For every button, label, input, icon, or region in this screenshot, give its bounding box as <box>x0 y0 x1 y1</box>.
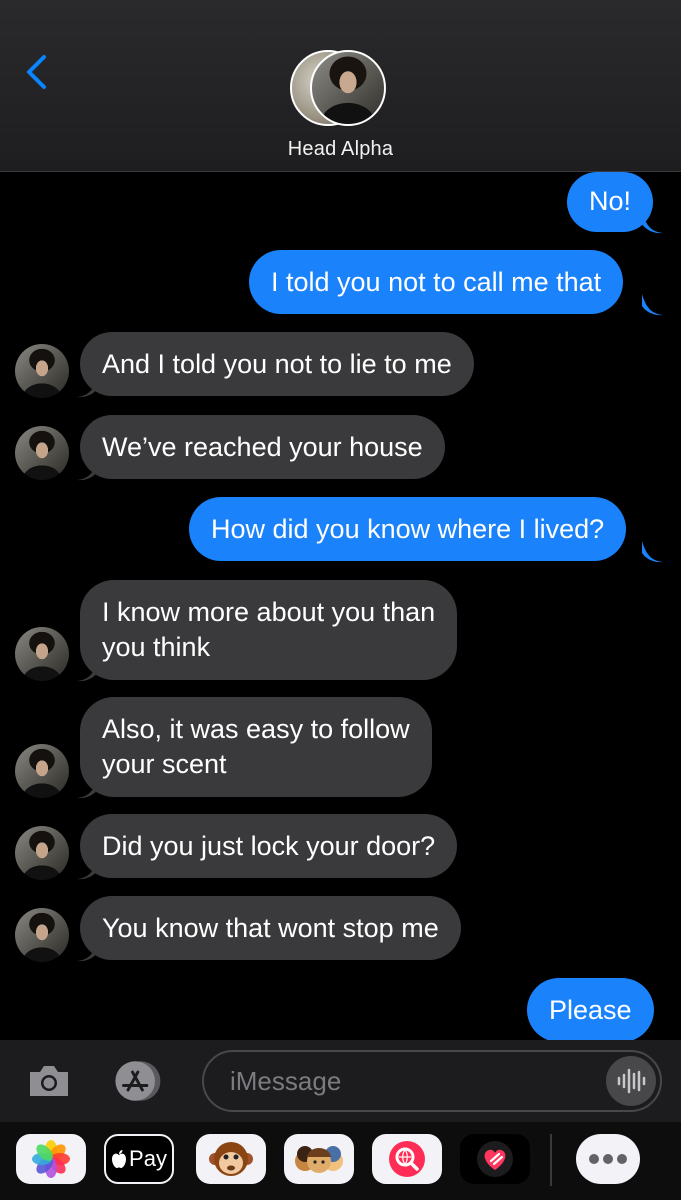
photos-icon <box>32 1140 70 1178</box>
bubble-tail <box>77 376 98 398</box>
bubble-tail <box>642 212 663 234</box>
message-bubble[interactable]: And I told you not to lie to me <box>80 332 474 396</box>
memoji-icon <box>295 1146 343 1173</box>
message-text-line: you think <box>102 632 211 662</box>
message-text: How did you know where I lived? <box>211 514 605 544</box>
apple-pay-icon <box>112 1150 127 1168</box>
message-text-line: I know more about you than <box>102 597 436 627</box>
message-text: I told you not to call me that <box>271 267 602 297</box>
message-text: Did you just lock your door? <box>102 831 436 861</box>
app-store-icon <box>115 1061 161 1101</box>
sender-avatar[interactable] <box>15 826 69 880</box>
message-bubble[interactable]: How did you know where I lived? <box>189 497 627 561</box>
waveform-icon <box>617 1068 646 1094</box>
digital-touch-app-button[interactable] <box>460 1134 530 1184</box>
group-avatar-front <box>310 50 386 126</box>
chevron-left-icon <box>27 55 46 89</box>
message-text-line: Also, it was easy to follow <box>102 714 410 744</box>
bubble-tail <box>77 777 98 799</box>
message-text: No! <box>589 186 632 216</box>
camera-button[interactable] <box>22 1056 76 1106</box>
imessage-input[interactable] <box>202 1050 662 1112</box>
message-bubble[interactable]: I told you not to call me that <box>249 250 624 314</box>
message-bubble[interactable]: Did you just lock your door? <box>80 814 458 878</box>
message-bubble[interactable]: You know that wont stop me <box>80 896 461 960</box>
animoji-icon <box>209 1142 253 1176</box>
sender-avatar[interactable] <box>15 744 69 798</box>
bubble-tail <box>77 940 98 962</box>
memoji-app-button[interactable] <box>284 1134 354 1184</box>
app-drawer: Pay <box>0 1122 681 1200</box>
message-bubble[interactable]: We’ve reached your house <box>80 415 445 479</box>
more-apps-icon <box>589 1154 627 1164</box>
apple-pay-button[interactable]: Pay <box>104 1134 174 1184</box>
photos-app-button[interactable] <box>16 1134 86 1184</box>
message-bubble[interactable]: Please <box>527 978 654 1042</box>
message-text: We’ve reached your house <box>102 432 423 462</box>
message-bubble[interactable]: No! <box>567 172 654 232</box>
message-thread: No! I told you not to call me that And I… <box>0 172 681 1042</box>
message-text: Please <box>549 995 632 1025</box>
bubble-tail <box>642 294 663 316</box>
sender-avatar[interactable] <box>15 908 69 962</box>
message-bubble[interactable]: I know more about you than you think <box>80 580 458 680</box>
message-text: And I told you not to lie to me <box>102 349 452 379</box>
animoji-app-button[interactable] <box>196 1134 266 1184</box>
apple-pay-label: Pay <box>129 1146 167 1171</box>
app-drawer-divider <box>550 1134 552 1186</box>
sender-avatar[interactable] <box>15 426 69 480</box>
sender-avatar[interactable] <box>15 344 69 398</box>
app-store-button[interactable] <box>110 1056 164 1106</box>
bubble-tail <box>77 858 98 880</box>
bubble-tail <box>642 541 663 563</box>
conversation-header: Head Alpha <box>0 0 681 172</box>
more-apps-button[interactable] <box>576 1134 640 1184</box>
message-bubble[interactable]: Also, it was easy to follow your scent <box>80 697 432 797</box>
web-search-app-button[interactable] <box>372 1134 442 1184</box>
contact-avatar[interactable] <box>290 48 388 128</box>
bubble-tail <box>77 459 98 481</box>
contact-name[interactable]: Head Alpha <box>0 138 681 161</box>
digital-touch-icon <box>477 1141 513 1177</box>
web-search-icon <box>389 1141 425 1177</box>
message-text: You know that wont stop me <box>102 913 439 943</box>
bubble-tail <box>77 660 98 682</box>
sender-avatar[interactable] <box>15 627 69 681</box>
message-text-line: your scent <box>102 749 227 779</box>
back-button[interactable] <box>18 52 54 92</box>
camera-icon <box>30 1066 68 1096</box>
audio-message-button[interactable] <box>606 1056 656 1106</box>
compose-bar <box>0 1040 681 1122</box>
